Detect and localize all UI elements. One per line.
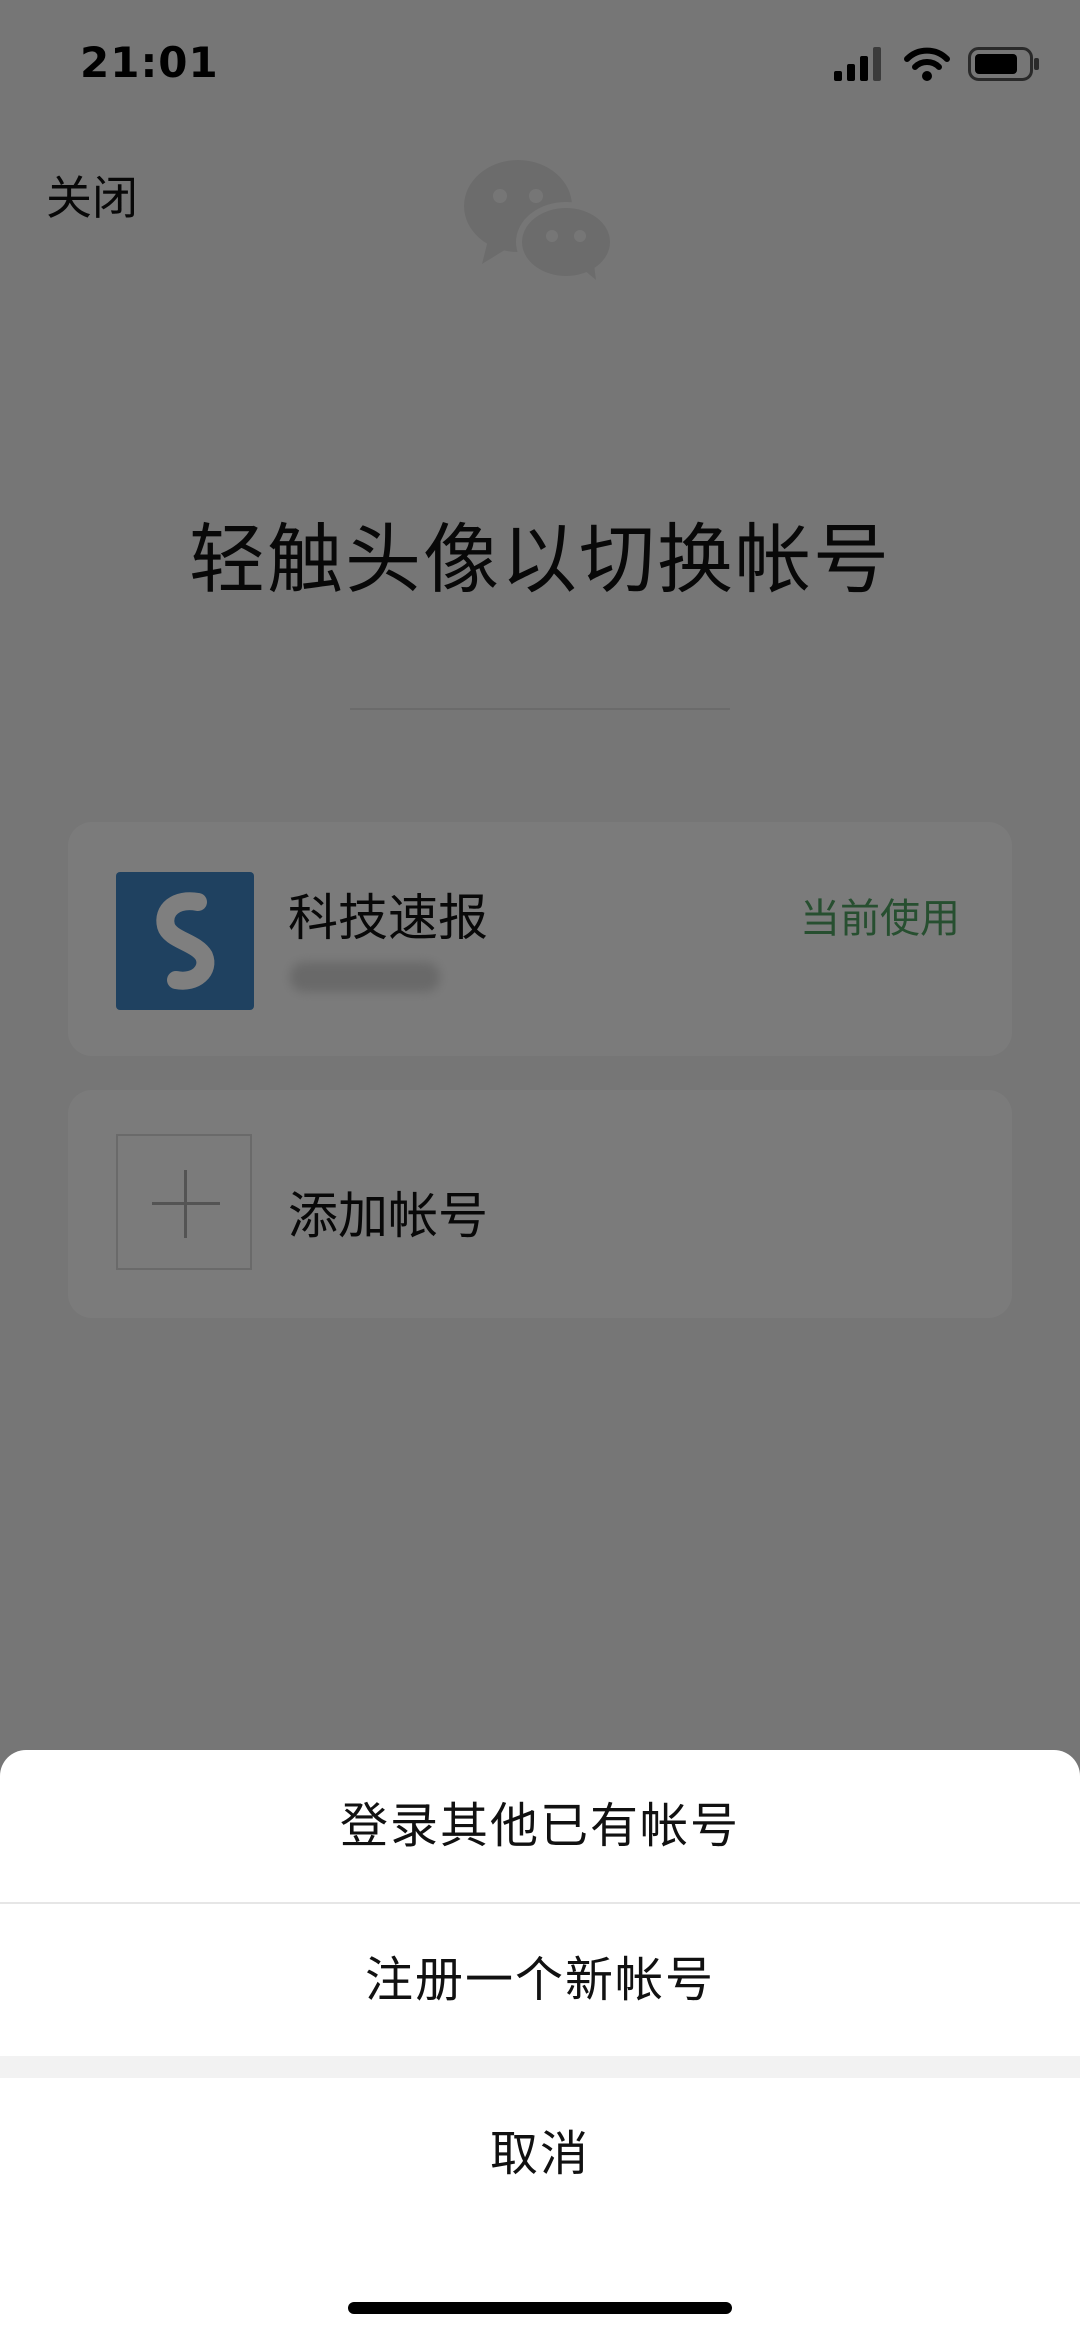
login-other-account-button[interactable]: 登录其他已有帐号 [0, 1750, 1080, 1902]
cancel-button[interactable]: 取消 [0, 2078, 1080, 2230]
sheet-gap [0, 2056, 1080, 2078]
action-sheet: 登录其他已有帐号 注册一个新帐号 取消 [0, 1750, 1080, 2338]
home-indicator[interactable] [348, 2302, 732, 2314]
register-new-account-button[interactable]: 注册一个新帐号 [0, 1904, 1080, 2056]
